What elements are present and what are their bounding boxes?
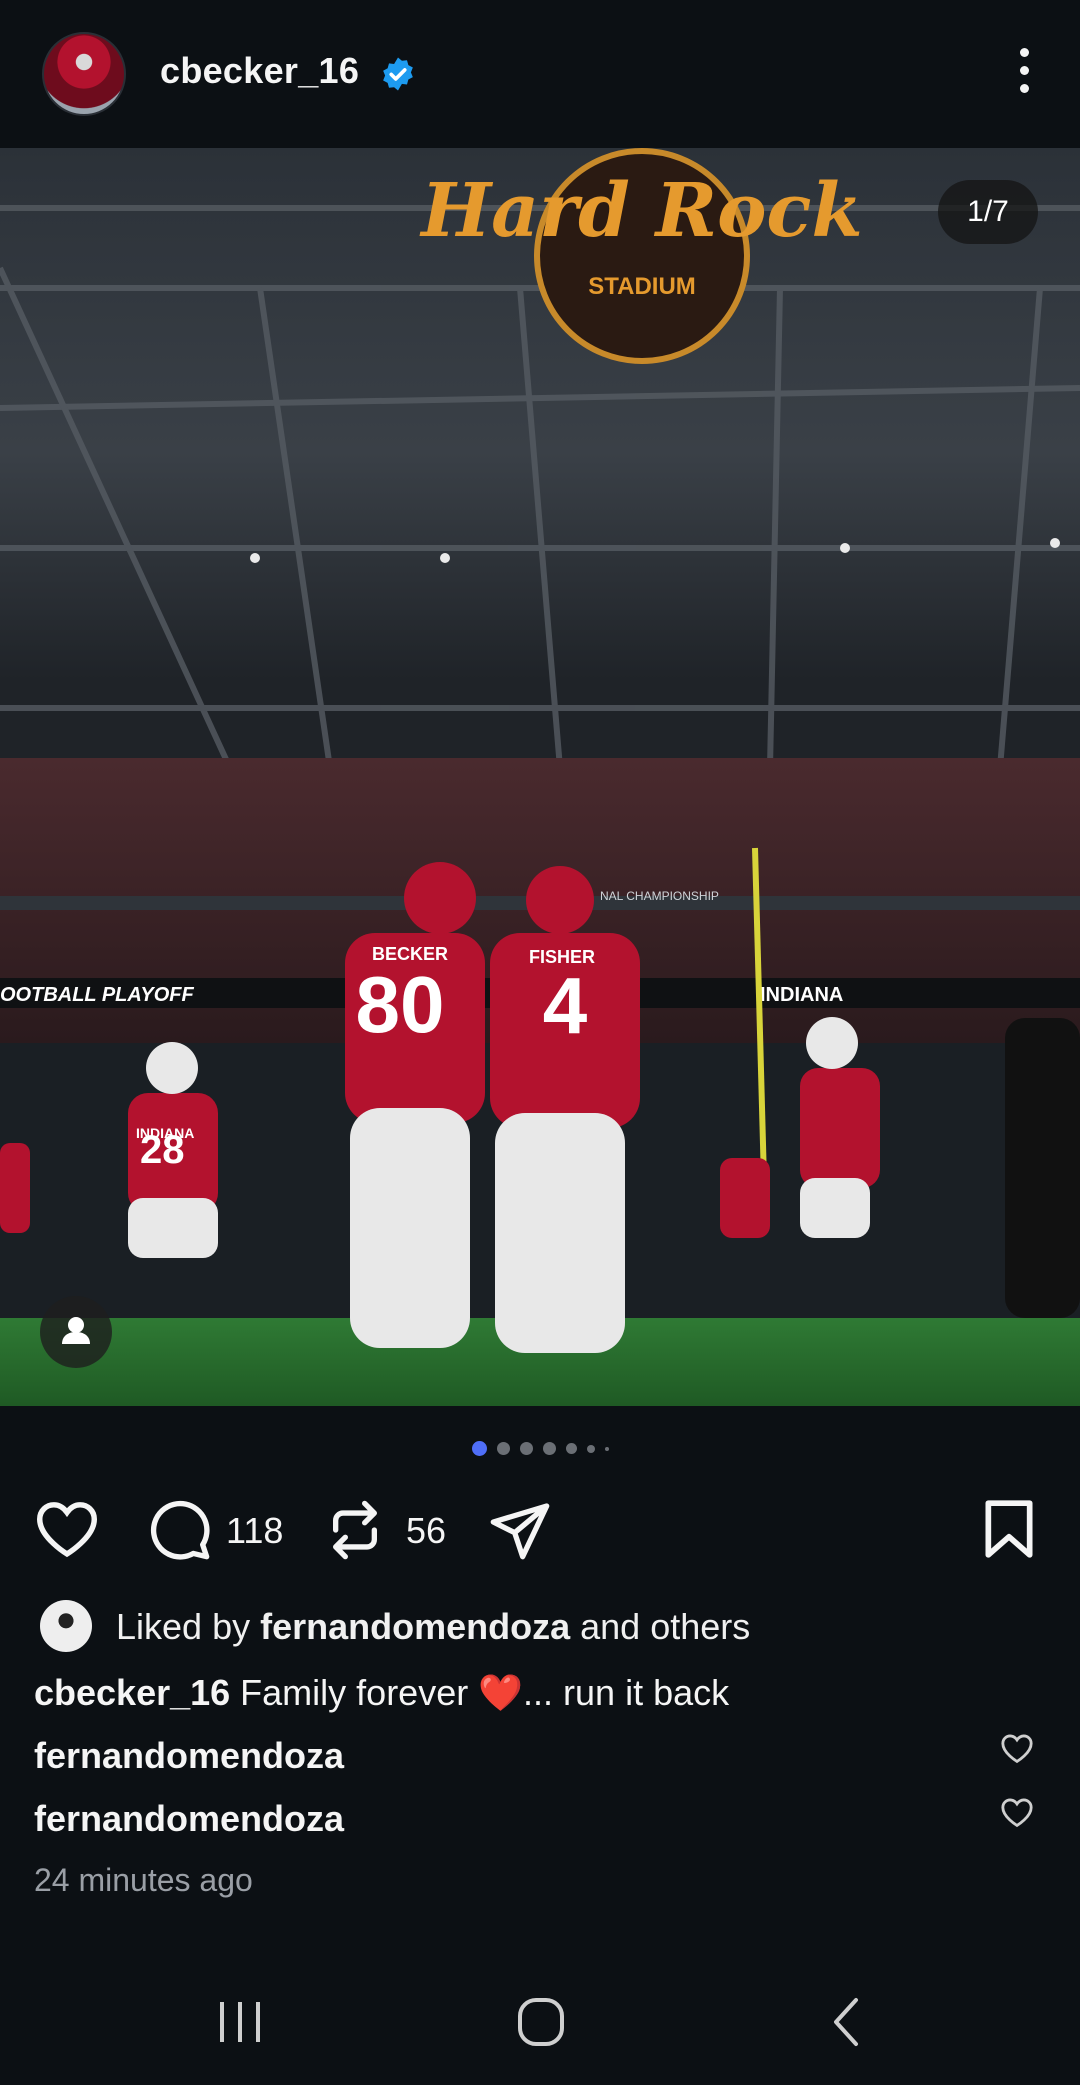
recent-apps-icon — [220, 2002, 260, 2042]
comment-like-heart-icon[interactable] — [1000, 1732, 1034, 1764]
save-button[interactable] — [982, 1490, 1042, 1570]
post-username[interactable]: cbecker_16 — [160, 50, 359, 92]
like-button[interactable] — [34, 1490, 104, 1570]
send-icon — [490, 1503, 550, 1560]
more-options-button[interactable] — [1014, 48, 1034, 100]
stadium-photo: Hard Rock STADIUM NAL CHAMPIONSHIP OOTBA… — [0, 148, 1080, 1406]
carousel-dot — [586, 1444, 595, 1453]
repost-icon — [333, 1500, 377, 1560]
comment-like-heart-icon[interactable] — [1000, 1796, 1034, 1828]
stadium-sign-subtext: STADIUM — [588, 273, 696, 300]
more-vertical-icon — [1019, 48, 1029, 57]
back-button[interactable] — [808, 1990, 888, 2050]
home-icon — [518, 1998, 564, 2046]
comment-username[interactable]: fernandomendoza — [34, 1798, 344, 1840]
comment-button[interactable]: 118 — [148, 1490, 288, 1570]
comment-username[interactable]: fernandomendoza — [34, 1735, 344, 1777]
carousel-dot — [604, 1446, 609, 1451]
carousel-counter: 1/7 — [938, 180, 1038, 244]
reposts-count: 56 — [406, 1510, 447, 1551]
post-timestamp: 24 minutes ago — [34, 1862, 253, 1898]
liker-avatar[interactable] — [40, 1600, 92, 1652]
heart-icon — [36, 1502, 98, 1558]
repost-button[interactable]: 56 — [326, 1490, 456, 1570]
profile-avatar[interactable] — [42, 32, 126, 116]
ribbon-left-text: OOTBALL PLAYOFF — [0, 984, 194, 1006]
carousel-dot — [519, 1442, 533, 1456]
system-navigation-bar — [0, 1960, 1080, 2085]
stadium-sign-text: Hard Rock — [419, 168, 863, 254]
post-caption: cbecker_16 Family forever ❤️... run it b… — [34, 1672, 729, 1714]
recent-apps-button[interactable] — [200, 1990, 280, 2050]
tagged-users-button[interactable] — [40, 1296, 112, 1368]
carousel-dot-active — [471, 1441, 487, 1457]
carousel-dots — [0, 1440, 1080, 1460]
ribbon-top-text: NAL CHAMPIONSHIP — [600, 889, 719, 903]
carousel-dot — [496, 1442, 510, 1456]
carousel-dot — [542, 1442, 556, 1456]
player-left-number: 80 — [356, 960, 445, 1049]
share-button[interactable] — [488, 1490, 558, 1570]
home-button[interactable] — [500, 1990, 580, 2050]
liked-by-text: Liked by fernandomendoza and others — [116, 1606, 750, 1648]
ribbon-right-text: INDIANA — [760, 984, 843, 1006]
liked-by-user[interactable]: fernandomendoza — [260, 1606, 570, 1647]
carousel-dot — [565, 1443, 577, 1455]
liked-by-prefix: Liked by — [116, 1606, 261, 1647]
user-icon — [62, 1317, 90, 1344]
comments-count: 118 — [226, 1510, 284, 1551]
verified-badge-icon — [383, 57, 413, 91]
comment-icon — [150, 1500, 210, 1560]
liked-by-suffix: and others — [570, 1606, 751, 1647]
caption-text: Family forever ❤️... run it back — [230, 1672, 730, 1713]
player-right-number: 4 — [543, 961, 588, 1050]
side-player-name: INDIANA — [136, 1125, 194, 1141]
bookmark-icon — [985, 1500, 1033, 1558]
post-actions: 118 56 — [0, 1490, 1080, 1570]
caption-username[interactable]: cbecker_16 — [34, 1672, 230, 1713]
post-header: cbecker_16 — [0, 0, 1080, 148]
back-icon — [834, 1998, 858, 2046]
post-image[interactable]: Hard Rock STADIUM NAL CHAMPIONSHIP OOTBA… — [0, 148, 1080, 1406]
